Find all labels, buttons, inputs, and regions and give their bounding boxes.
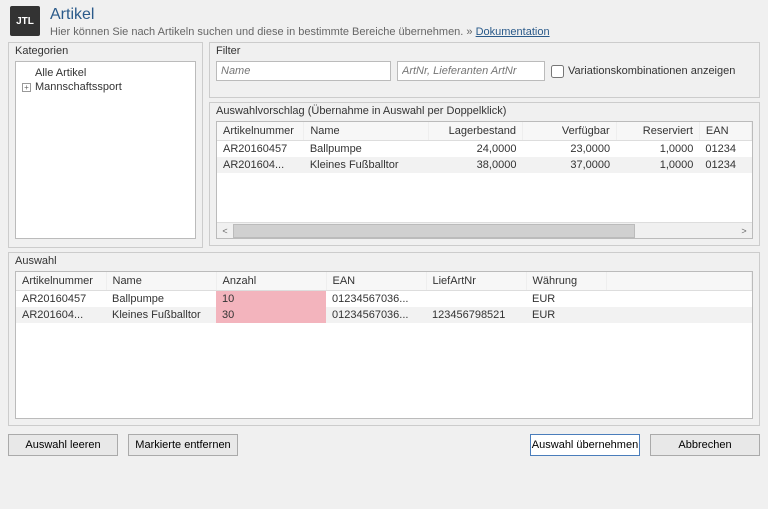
- variations-checkbox[interactable]: [551, 65, 564, 78]
- col-ean[interactable]: EAN: [699, 122, 751, 141]
- clear-selection-button[interactable]: Auswahl leeren: [8, 434, 118, 456]
- col-artnr[interactable]: Artikelnummer: [217, 122, 304, 141]
- col-stock[interactable]: Lagerbestand: [429, 122, 523, 141]
- tree-root-label: Alle Artikel: [35, 67, 86, 79]
- suggestions-title: Auswahlvorschlag (Übernahme in Auswahl p…: [216, 105, 753, 117]
- variations-checkbox-label[interactable]: Variationskombinationen anzeigen: [551, 65, 735, 78]
- scroll-left-icon[interactable]: <: [217, 224, 233, 238]
- selection-grid[interactable]: Artikelnummer Name Anzahl EAN LiefArtNr …: [15, 271, 753, 419]
- tree-item-label: Mannschaftssport: [35, 81, 122, 93]
- selection-title: Auswahl: [15, 255, 753, 267]
- selection-panel: Auswahl Artikelnummer Name Anzahl EAN Li…: [8, 252, 760, 426]
- suggest-row[interactable]: AR20160457 Ballpumpe 24,0000 23,0000 1,0…: [217, 141, 752, 158]
- suggestions-panel: Auswahlvorschlag (Übernahme in Auswahl p…: [209, 102, 760, 246]
- scroll-thumb[interactable]: [233, 224, 635, 238]
- tree-root[interactable]: Alle Artikel: [20, 66, 191, 80]
- col-name[interactable]: Name: [304, 122, 429, 141]
- page-title: Artikel: [50, 6, 550, 24]
- app-logo: JTL: [10, 6, 40, 36]
- tree-item[interactable]: + Mannschaftssport: [20, 80, 191, 94]
- footer: Auswahl leeren Markierte entfernen Auswa…: [0, 426, 768, 464]
- horizontal-scrollbar[interactable]: < >: [217, 222, 752, 238]
- categories-tree[interactable]: Alle Artikel + Mannschaftssport: [15, 61, 196, 239]
- col-qty[interactable]: Anzahl: [216, 272, 326, 291]
- col-avail[interactable]: Verfügbar: [522, 122, 616, 141]
- qty-cell[interactable]: 30: [216, 307, 326, 323]
- cancel-button[interactable]: Abbrechen: [650, 434, 760, 456]
- filter-artnr-input[interactable]: [397, 61, 545, 81]
- filter-title: Filter: [216, 45, 753, 57]
- remove-marked-button[interactable]: Markierte entfernen: [128, 434, 238, 456]
- qty-cell[interactable]: 10: [216, 291, 326, 308]
- documentation-link[interactable]: Dokumentation: [476, 26, 550, 38]
- selection-row[interactable]: AR20160457 Ballpumpe 10 01234567036... E…: [16, 291, 752, 308]
- col-artnr[interactable]: Artikelnummer: [16, 272, 106, 291]
- suggest-row[interactable]: AR201604... Kleines Fußballtor 38,0000 3…: [217, 157, 752, 173]
- filter-panel: Filter Variationskombinationen anzeigen: [209, 42, 760, 98]
- expand-icon[interactable]: +: [22, 83, 31, 92]
- filter-name-input[interactable]: [216, 61, 391, 81]
- col-name[interactable]: Name: [106, 272, 216, 291]
- header: JTL Artikel Hier können Sie nach Artikel…: [0, 0, 768, 42]
- categories-panel: Kategorien Alle Artikel + Mannschaftsspo…: [8, 42, 203, 248]
- col-liefart[interactable]: LiefArtNr: [426, 272, 526, 291]
- suggestions-grid[interactable]: Artikelnummer Name Lagerbestand Verfügba…: [216, 121, 753, 239]
- apply-selection-button[interactable]: Auswahl übernehmen: [530, 434, 640, 456]
- col-ean[interactable]: EAN: [326, 272, 426, 291]
- col-reserved[interactable]: Reserviert: [616, 122, 699, 141]
- selection-row[interactable]: AR201604... Kleines Fußballtor 30 012345…: [16, 307, 752, 323]
- categories-title: Kategorien: [15, 45, 196, 57]
- col-currency[interactable]: Währung: [526, 272, 606, 291]
- page-subtitle: Hier können Sie nach Artikeln suchen und…: [50, 26, 473, 38]
- scroll-right-icon[interactable]: >: [736, 224, 752, 238]
